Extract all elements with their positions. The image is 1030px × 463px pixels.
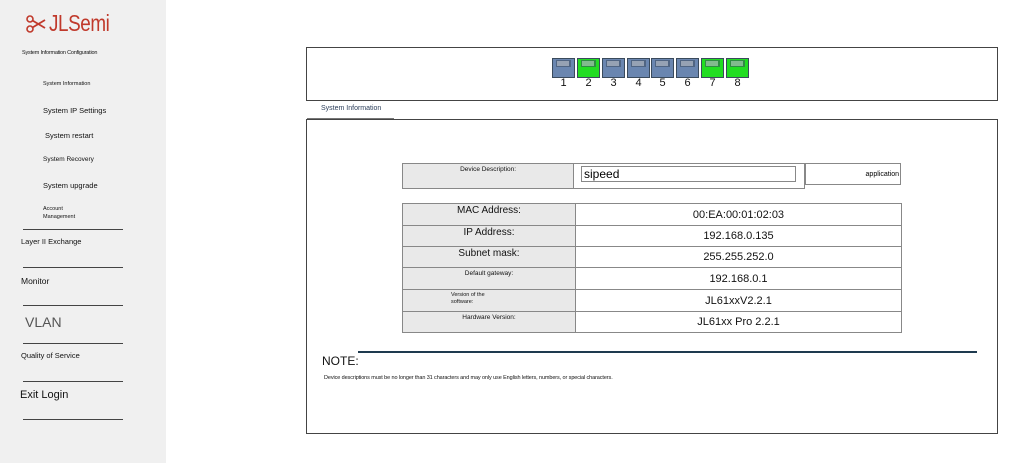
ethernet-port-5-icon[interactable] — [651, 58, 674, 78]
device-description-input[interactable] — [581, 166, 796, 182]
table-row: IP Address: 192.168.0.135 — [402, 225, 902, 247]
note-text: Device descriptions must be no longer th… — [324, 375, 613, 381]
rj45-port-icon — [726, 58, 749, 78]
divider — [23, 343, 123, 344]
port-number-label: 7 — [709, 77, 716, 89]
divider — [23, 419, 123, 420]
device-description-label: Device Description: — [401, 163, 575, 189]
divider — [23, 381, 123, 382]
rj45-port-icon — [627, 58, 650, 78]
rj45-port-icon — [651, 58, 674, 78]
port-number-label: 4 — [635, 77, 642, 89]
port-number-label: 3 — [610, 77, 617, 89]
ethernet-port-6-icon[interactable] — [676, 58, 699, 78]
apply-button[interactable]: application — [805, 163, 901, 185]
table-row: Version of the software: JL61xxV2.2.1 — [402, 289, 902, 312]
menu-quality-of-service[interactable]: Quality of Service — [21, 351, 80, 360]
hardware-version-label: Hardware Version: — [402, 311, 576, 333]
sidebar-item-system-upgrade[interactable]: System upgrade — [43, 181, 98, 190]
menu-monitor[interactable]: Monitor — [21, 276, 49, 286]
ip-address-value: 192.168.0.135 — [575, 225, 902, 247]
note-divider — [358, 351, 977, 353]
ethernet-port-4-icon[interactable] — [627, 58, 650, 78]
divider — [23, 267, 123, 268]
ip-address-label: IP Address: — [402, 225, 576, 247]
ethernet-port-1-icon[interactable] — [552, 58, 575, 78]
rj45-port-icon — [602, 58, 625, 78]
scissors-logo-icon — [26, 14, 46, 33]
software-version-label: Version of the software: — [402, 289, 576, 312]
port-number-label: 6 — [684, 77, 691, 89]
section-title: System Information Configuration — [22, 50, 98, 56]
table-row: Hardware Version: JL61xx Pro 2.2.1 — [402, 311, 902, 333]
sidebar: JLSemi System Information Configuration … — [0, 0, 166, 463]
note-title: NOTE: — [322, 354, 359, 368]
sidebar-item-system-information[interactable]: System Information — [43, 81, 90, 87]
software-version-value: JL61xxV2.2.1 — [575, 289, 902, 312]
hardware-version-value: JL61xx Pro 2.2.1 — [575, 311, 902, 333]
rj45-port-icon — [676, 58, 699, 78]
sidebar-item-system-recovery[interactable]: System Recovery — [43, 156, 94, 163]
table-row: Default gateway: 192.168.0.1 — [402, 267, 902, 290]
divider — [23, 305, 123, 306]
mac-address-label: MAC Address: — [402, 203, 576, 226]
sidebar-item-system-ip-settings[interactable]: System IP Settings — [43, 106, 106, 115]
tab-system-information[interactable]: System Information — [321, 105, 381, 112]
rj45-port-icon — [701, 58, 724, 78]
sidebar-item-account-management[interactable]: Account Management — [43, 205, 95, 221]
menu-vlan[interactable]: VLAN — [25, 314, 62, 330]
default-gateway-label: Default gateway: — [402, 267, 576, 290]
sidebar-item-system-restart[interactable]: System restart — [45, 131, 93, 140]
logo-text: JLSemi — [49, 10, 110, 36]
table-row: MAC Address: 00:EA:00:01:02:03 — [402, 203, 902, 226]
divider — [23, 229, 123, 230]
ethernet-port-2-icon[interactable] — [577, 58, 600, 78]
port-number-label: 1 — [560, 77, 567, 89]
menu-exit-login[interactable]: Exit Login — [20, 389, 68, 401]
software-version-text: Version of the software: — [451, 292, 485, 305]
menu-layer-ii-exchange[interactable]: Layer II Exchange — [21, 237, 81, 246]
rj45-port-icon — [552, 58, 575, 78]
ethernet-port-8-icon[interactable] — [726, 58, 749, 78]
ethernet-port-3-icon[interactable] — [602, 58, 625, 78]
table-row: Subnet mask: 255.255.252.0 — [402, 246, 902, 268]
mac-address-value: 00:EA:00:01:02:03 — [575, 203, 902, 226]
subnet-mask-value: 255.255.252.0 — [575, 246, 902, 268]
default-gateway-value: 192.168.0.1 — [575, 267, 902, 290]
port-number-label: 8 — [734, 77, 741, 89]
port-number-label: 2 — [585, 77, 592, 89]
ethernet-port-7-icon[interactable] — [701, 58, 724, 78]
rj45-port-icon — [577, 58, 600, 78]
logo: JLSemi — [26, 10, 123, 37]
port-number-label: 5 — [659, 77, 666, 89]
subnet-mask-label: Subnet mask: — [402, 246, 576, 268]
system-info-table: MAC Address: 00:EA:00:01:02:03 IP Addres… — [402, 203, 902, 333]
